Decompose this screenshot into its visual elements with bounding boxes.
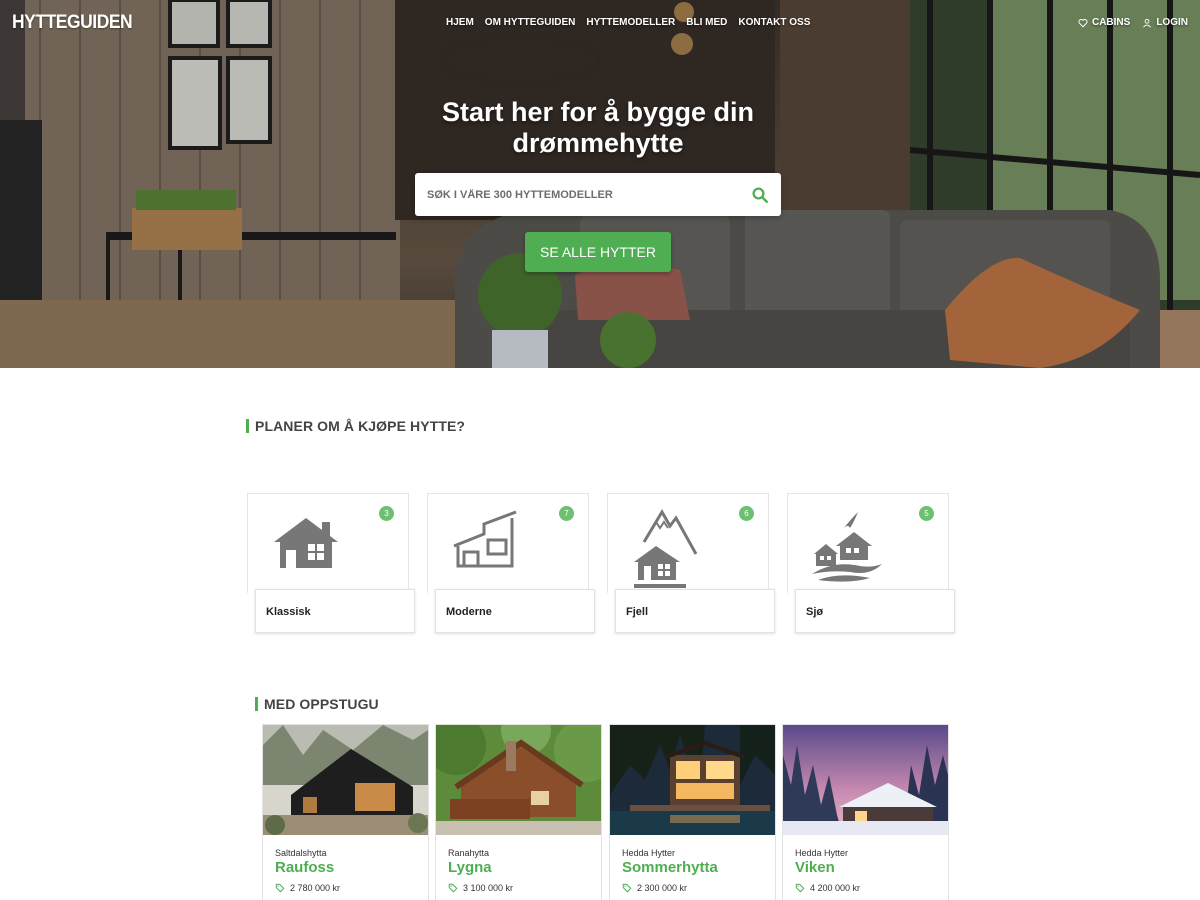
- price-tag-icon: [275, 883, 285, 893]
- category-card-top: 7: [427, 493, 589, 593]
- cabin-price: 4 200 000 kr: [795, 883, 948, 893]
- cabin-price: 2 300 000 kr: [622, 883, 775, 893]
- cabins-link[interactable]: CABINS: [1078, 17, 1130, 28]
- nav-item-hyttemodeller[interactable]: HYTTEMODELLER: [586, 17, 675, 28]
- cabin-photo[interactable]: [610, 725, 775, 835]
- category-card-sjo[interactable]: 5 Sjø: [787, 493, 955, 637]
- nav-item-kontakt-oss[interactable]: KONTAKT OSS: [738, 17, 810, 28]
- cabin-card-raufoss[interactable]: Saltdalshytta Raufoss 2 780 000 kr: [262, 724, 429, 900]
- category-card-moderne[interactable]: 7 Moderne: [427, 493, 595, 637]
- price-tag-icon: [448, 883, 458, 893]
- site-logo[interactable]: HYTTEGUIDEN: [12, 12, 133, 34]
- cabin-maker: Hedda Hytter: [622, 848, 676, 858]
- heading-accent-bar: [246, 419, 249, 433]
- featured-heading: MED OPPSTUGU: [255, 696, 379, 712]
- category-card-top: 5: [787, 493, 949, 593]
- login-link[interactable]: LOGIN: [1142, 17, 1188, 28]
- hero-title: Start her for å bygge din drømmehytte: [441, 97, 755, 158]
- cabin-card-viken[interactable]: Hedda Hytter Viken 4 200 000 kr: [782, 724, 949, 900]
- category-card-top: 3: [247, 493, 409, 593]
- search-input[interactable]: [427, 188, 751, 201]
- classic-house-icon: [274, 518, 338, 568]
- cabins-label: CABINS: [1091, 17, 1131, 28]
- cabin-price-value: 2 300 000 kr: [637, 883, 688, 893]
- modern-house-icon: [453, 510, 517, 568]
- category-label: Moderne: [435, 589, 595, 633]
- cabin-name-link[interactable]: Viken: [795, 859, 948, 876]
- cabin-name-link[interactable]: Lygna: [448, 859, 601, 876]
- categories-heading: PLANER OM Å KJØPE HYTTE?: [246, 418, 465, 434]
- category-card-fjell[interactable]: 6 Fjell: [607, 493, 775, 637]
- nav-item-bli-med[interactable]: BLI MED: [686, 17, 727, 28]
- cabin-maker: Saltdalshytta: [275, 848, 327, 858]
- cabin-name-link[interactable]: Sommerhytta: [622, 859, 775, 876]
- nav-item-om-hytteguiden[interactable]: OM HYTTEGUIDEN: [485, 17, 576, 28]
- cabin-name-link[interactable]: Raufoss: [275, 859, 428, 876]
- cabin-photo[interactable]: [783, 725, 948, 835]
- category-label: Klassisk: [255, 589, 415, 633]
- cabin-photo[interactable]: [436, 725, 601, 835]
- cabin-photo[interactable]: [263, 725, 428, 835]
- mountain-house-icon: [634, 509, 698, 588]
- user-icon: [1143, 18, 1152, 27]
- cabin-price: 3 100 000 kr: [448, 883, 601, 893]
- cabin-price: 2 780 000 kr: [275, 883, 428, 893]
- category-count-badge: 6: [739, 506, 754, 521]
- category-card-top: 6: [607, 493, 769, 593]
- user-nav: CABINS LOGIN: [1078, 17, 1188, 28]
- cabin-card-lygna[interactable]: Ranahytta Lygna 3 100 000 kr: [435, 724, 602, 900]
- category-label: Fjell: [615, 589, 775, 633]
- category-label: Sjø: [795, 589, 955, 633]
- cabin-maker: Ranahytta: [448, 848, 490, 858]
- hero-section: HYTTEGUIDEN HJEM OM HYTTEGUIDEN HYTTEMOD…: [0, 0, 1200, 368]
- heart-icon: [1078, 18, 1088, 27]
- featured-heading-text: MED OPPSTUGU: [264, 696, 379, 712]
- categories-heading-text: PLANER OM Å KJØPE HYTTE?: [255, 418, 466, 434]
- category-count-badge: 7: [559, 506, 574, 521]
- heading-accent-bar: [255, 697, 258, 711]
- nav-item-hjem[interactable]: HJEM: [446, 17, 474, 28]
- cabin-price-value: 2 780 000 kr: [290, 883, 341, 893]
- cabin-price-value: 3 100 000 kr: [463, 883, 514, 893]
- category-count-badge: 5: [919, 506, 934, 521]
- price-tag-icon: [622, 883, 632, 893]
- main-nav: HJEM OM HYTTEGUIDEN HYTTEMODELLER BLI ME…: [446, 17, 810, 28]
- search-bar: [415, 173, 781, 216]
- price-tag-icon: [795, 883, 805, 893]
- see-all-cabins-button[interactable]: SE ALLE HYTTER: [525, 232, 671, 272]
- cabin-card-sommerhytta[interactable]: Hedda Hytter Sommerhytta 2 300 000 kr: [609, 724, 776, 900]
- cabin-maker: Hedda Hytter: [795, 848, 849, 858]
- search-icon[interactable]: [751, 186, 769, 204]
- category-card-klassisk[interactable]: 3 Klassisk: [247, 493, 415, 637]
- sea-house-icon: [812, 512, 882, 582]
- login-label: LOGIN: [1156, 17, 1188, 28]
- category-count-badge: 3: [379, 506, 394, 521]
- cabin-price-value: 4 200 000 kr: [810, 883, 861, 893]
